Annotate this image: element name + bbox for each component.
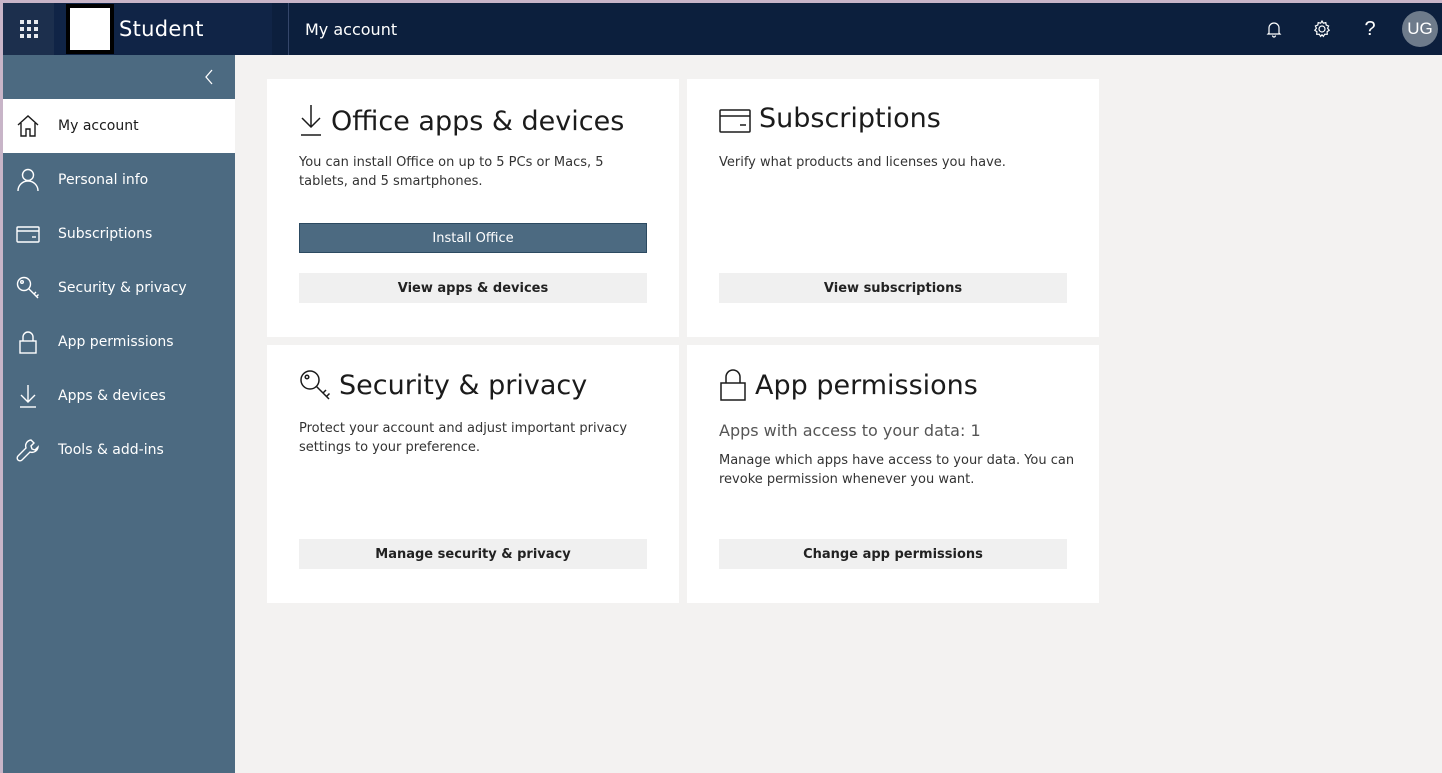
card-header: App permissions <box>719 369 978 401</box>
sidebar-nav: My account Personal info Subscriptions S… <box>3 99 235 477</box>
sidebar: My account Personal info Subscriptions S… <box>3 55 235 773</box>
sidebar-item-label: Personal info <box>58 172 149 188</box>
card-header: Subscriptions <box>719 103 941 134</box>
download-icon <box>15 383 41 409</box>
view-apps-devices-button[interactable]: View apps & devices <box>299 273 647 303</box>
lock-icon <box>15 329 41 355</box>
manage-security-privacy-button[interactable]: Manage security & privacy <box>299 539 647 569</box>
card-description: Manage which apps have access to your da… <box>719 453 1075 487</box>
sidebar-item-apps-devices[interactable]: Apps & devices <box>3 369 235 423</box>
card-icon <box>15 221 41 247</box>
sidebar-item-label: My account <box>58 118 139 134</box>
help-icon: ? <box>1364 17 1376 40</box>
lock-icon <box>720 369 746 401</box>
card-description: Protect your account and adjust importan… <box>299 421 628 455</box>
top-header: Student My account ? UG <box>3 3 1442 55</box>
wrench-icon <box>15 437 41 463</box>
card-title: App permissions <box>755 370 978 401</box>
notifications-button[interactable] <box>1250 3 1298 55</box>
key-icon <box>300 370 331 400</box>
sidebar-item-label: App permissions <box>58 334 174 350</box>
card-icon <box>719 109 751 133</box>
bell-icon <box>1266 22 1282 38</box>
sidebar-item-personal-info[interactable]: Personal info <box>3 153 235 207</box>
sidebar-item-label: Apps & devices <box>58 388 166 404</box>
chevron-left-icon <box>205 69 213 85</box>
app-launcher-button[interactable] <box>3 3 54 55</box>
card-title: Subscriptions <box>759 103 941 134</box>
header-divider <box>288 3 289 55</box>
user-avatar[interactable]: UG <box>1402 11 1438 47</box>
collapse-sidebar-button[interactable] <box>197 65 221 89</box>
page-title: My account <box>305 19 398 39</box>
settings-button[interactable] <box>1298 3 1346 55</box>
card-description: You can install Office on up to 5 PCs or… <box>299 155 604 189</box>
download-icon <box>301 105 321 136</box>
sidebar-item-app-permissions[interactable]: App permissions <box>3 315 235 369</box>
gear-icon <box>1313 19 1331 38</box>
app-name: Student <box>119 17 204 41</box>
security-privacy-card: Security & privacy Protect your account … <box>267 345 679 603</box>
card-title: Office apps & devices <box>331 106 625 137</box>
waffle-icon <box>19 20 38 38</box>
apps-access-count: Apps with access to your data: 1 <box>719 421 981 440</box>
sidebar-item-tools-addins[interactable]: Tools & add-ins <box>3 423 235 477</box>
sidebar-item-subscriptions[interactable]: Subscriptions <box>3 207 235 261</box>
organization-logo <box>66 4 114 54</box>
key-icon <box>15 275 41 301</box>
change-app-permissions-button[interactable]: Change app permissions <box>719 539 1067 569</box>
card-header: Office apps & devices <box>299 103 624 137</box>
app-permissions-card: App permissions Apps with access to your… <box>687 345 1099 603</box>
install-office-button[interactable]: Install Office <box>299 223 647 253</box>
sidebar-item-my-account[interactable]: My account <box>3 99 235 153</box>
sidebar-item-label: Subscriptions <box>58 226 153 242</box>
card-header: Security & privacy <box>299 369 587 401</box>
sidebar-item-label: Security & privacy <box>58 280 187 296</box>
view-subscriptions-button[interactable]: View subscriptions <box>719 273 1067 303</box>
help-button[interactable]: ? <box>1346 3 1394 55</box>
card-description: Verify what products and licenses you ha… <box>719 155 1006 170</box>
brand[interactable]: Student <box>54 3 272 55</box>
home-icon <box>15 113 41 139</box>
office-apps-card: Office apps & devices You can install Of… <box>267 79 679 337</box>
sidebar-item-label: Tools & add-ins <box>58 442 164 458</box>
sidebar-item-security-privacy[interactable]: Security & privacy <box>3 261 235 315</box>
person-icon <box>15 167 41 193</box>
header-actions: ? UG <box>1250 3 1442 55</box>
subscriptions-card: Subscriptions Verify what products and l… <box>687 79 1099 337</box>
card-title: Security & privacy <box>339 370 588 401</box>
